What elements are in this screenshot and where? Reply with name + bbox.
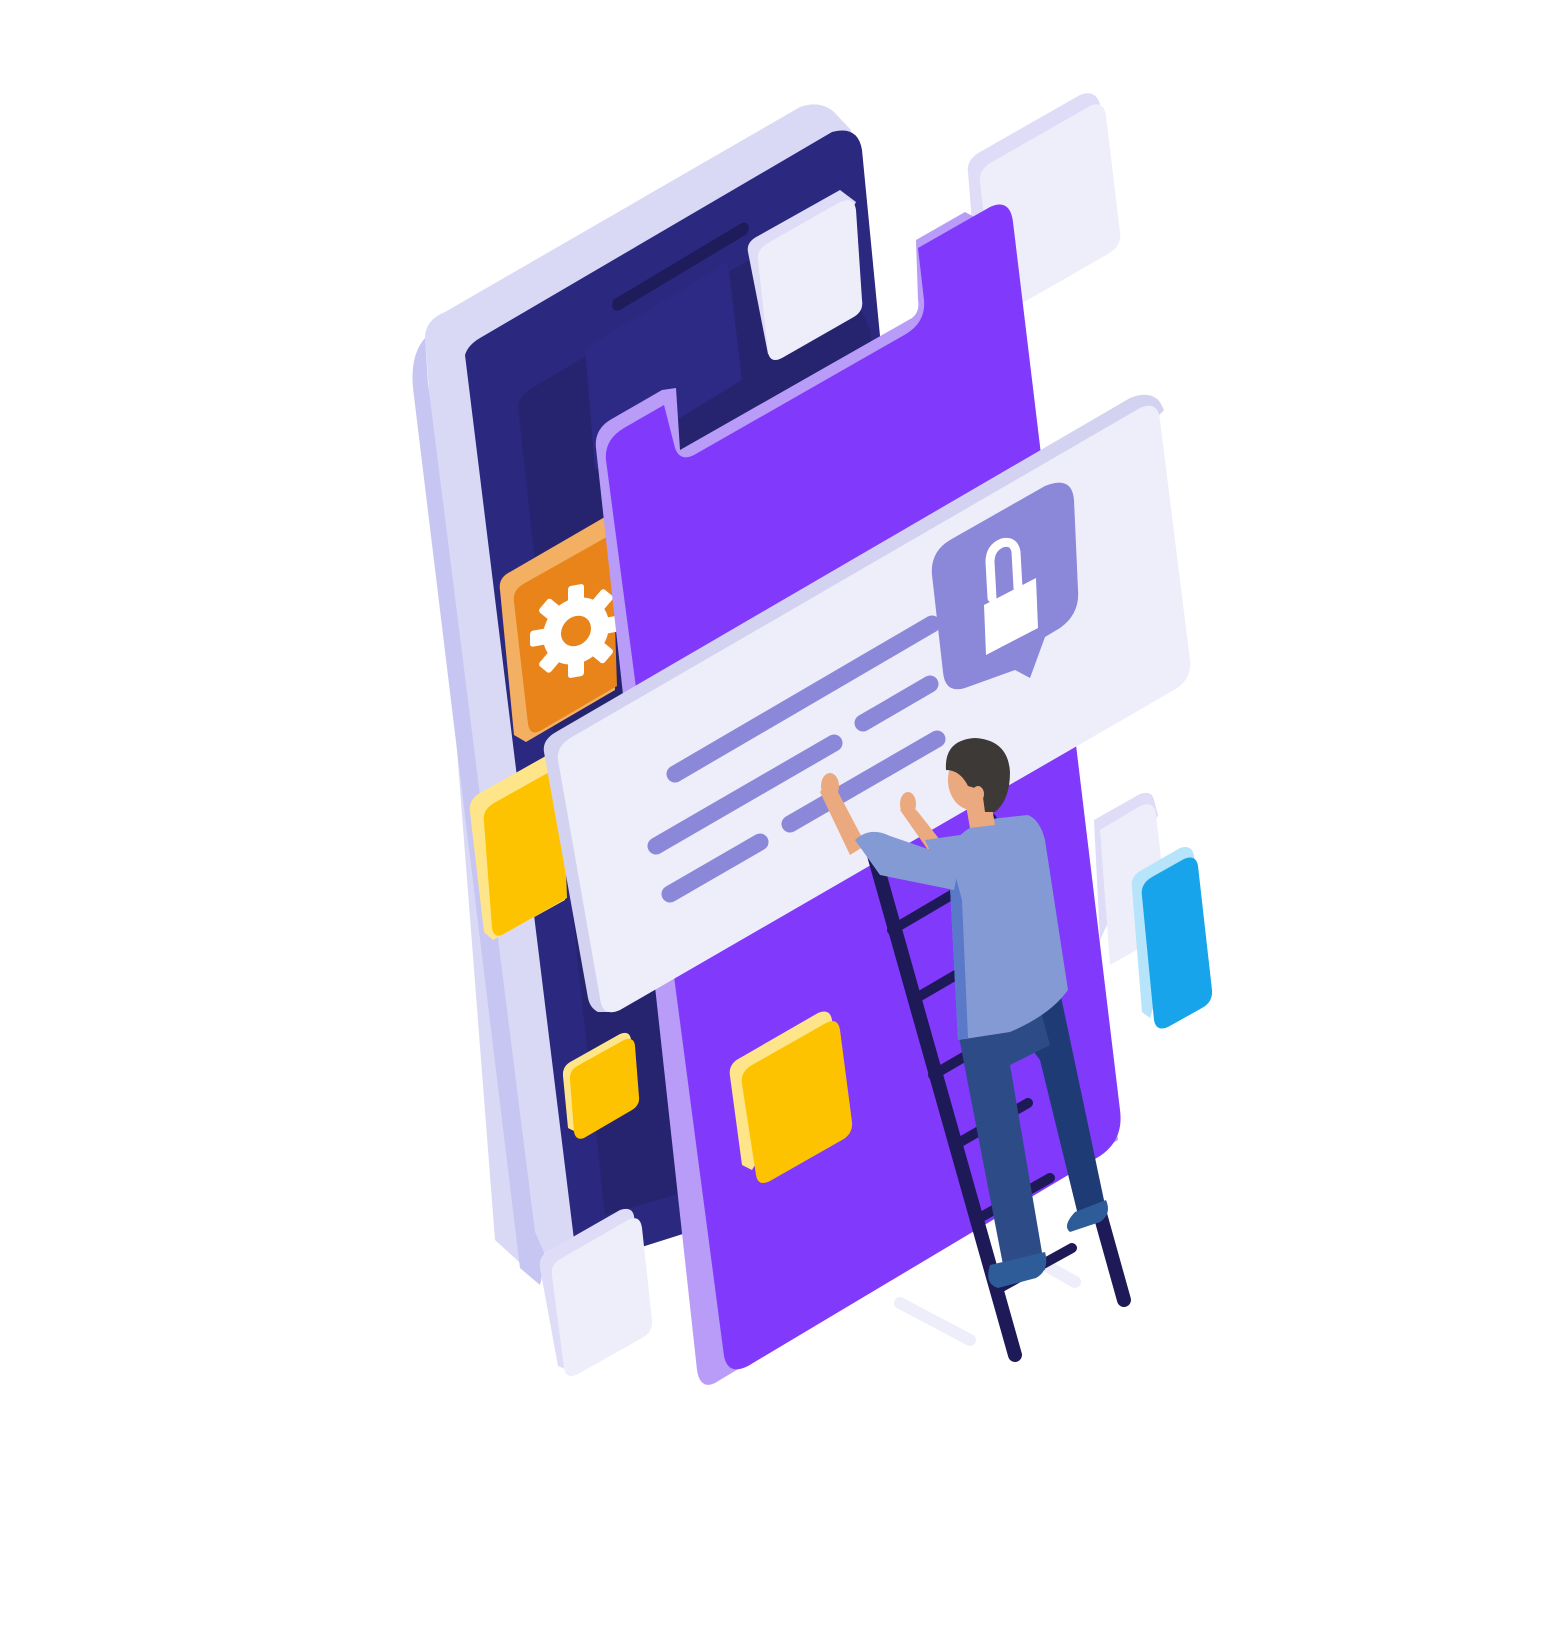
isometric-illustration [412,93,1213,1385]
blue-tile [1131,847,1213,1029]
